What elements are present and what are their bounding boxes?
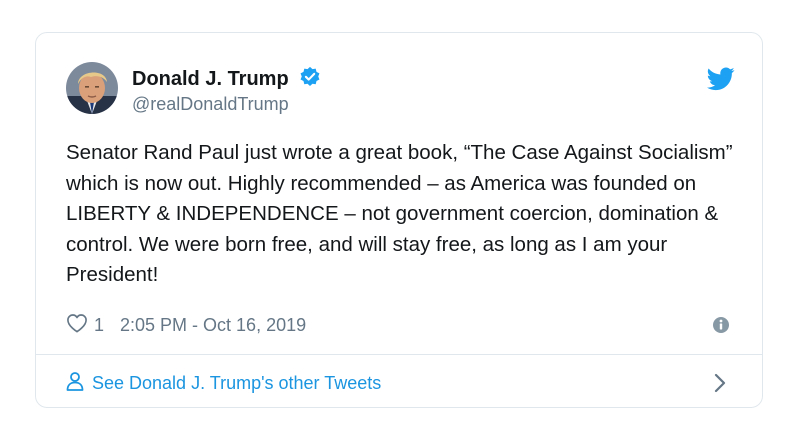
info-icon[interactable]: [712, 316, 730, 339]
author-name-label[interactable]: Donald J. Trump: [132, 68, 289, 90]
person-icon: [66, 371, 84, 396]
other-tweets-label[interactable]: See Donald J. Trump's other Tweets: [92, 373, 381, 394]
tweet-timestamp[interactable]: 2:05 PM - Oct 16, 2019: [120, 315, 306, 336]
divider: [36, 354, 762, 355]
verified-badge-icon: [299, 66, 321, 94]
avatar[interactable]: [66, 62, 118, 114]
heart-icon[interactable]: [66, 313, 88, 338]
tweet-card[interactable]: Donald J. Trump @realDonaldTrump Senator…: [35, 32, 763, 408]
author-handle[interactable]: @realDonaldTrump: [132, 94, 289, 115]
twitter-bird-icon[interactable]: [706, 67, 735, 96]
tweet-meta: 1 2:05 PM - Oct 16, 2019: [66, 313, 306, 337]
author-name[interactable]: Donald J. Trump: [132, 66, 321, 94]
like-count[interactable]: 1: [94, 315, 104, 336]
tweet-text: Senator Rand Paul just wrote a great boo…: [66, 141, 733, 286]
other-tweets-link[interactable]: See Donald J. Trump's other Tweets: [66, 370, 736, 396]
chevron-right-icon[interactable]: [713, 373, 727, 398]
